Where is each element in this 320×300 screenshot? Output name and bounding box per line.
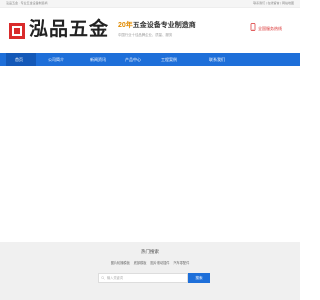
hot-search-title: 热门搜索 — [141, 249, 159, 254]
nav-item-cases[interactable]: 工程案例 — [161, 53, 191, 66]
logo-text[interactable]: 泓品五金 — [29, 19, 109, 41]
hot-tag[interactable]: 图片滚动插件 — [150, 261, 169, 265]
logo-icon[interactable] — [9, 23, 25, 39]
hot-tag[interactable]: 图片轮播模板 — [111, 261, 130, 265]
search-icon — [101, 276, 105, 280]
search-placeholder: 输入关键词 — [107, 276, 123, 280]
search-button[interactable]: 搜索 — [188, 273, 210, 283]
slogan-year: 20年 — [118, 22, 133, 29]
hot-search-tags: 图片轮播模板 底部模板 图片滚动插件 汽车零配件 — [0, 260, 300, 265]
search-input[interactable]: 输入关键词 — [98, 273, 188, 283]
phone-icon — [250, 23, 256, 31]
hot-tag[interactable]: 汽车零配件 — [173, 261, 189, 265]
main-content — [0, 66, 300, 242]
site-header: 泓品五金 20年五金设备专业制造商 中国行业十佳品牌企业、质量、服务 全国服务热… — [0, 9, 300, 47]
hot-tag[interactable]: 底部模板 — [134, 261, 147, 265]
nav-item-news[interactable]: 新闻资讯 — [90, 53, 120, 66]
footer-search-area: 热门搜索 图片轮播模板 底部模板 图片滚动插件 汽车零配件 输入关键词 搜索 — [0, 242, 300, 300]
top-bar-tagline: 泓品五金 · 专业五金设备制造商 — [6, 1, 48, 5]
hotline-label: 全国服务热线 — [258, 26, 282, 31]
nav-item-products[interactable]: 产品中心 — [125, 53, 155, 66]
nav-item-about[interactable]: 公司简介 — [48, 53, 78, 66]
nav-item-contact[interactable]: 联系我们 — [209, 53, 239, 66]
top-bar: 泓品五金 · 专业五金设备制造商 联系我们 | 在线留言 | 网站地图 — [0, 0, 300, 8]
nav-item-home[interactable]: 首页 — [6, 53, 36, 66]
main-nav: 首页 公司简介 新闻资讯 产品中心 工程案例 联系我们 — [0, 53, 300, 66]
slogan-text: 五金设备专业制造商 — [132, 22, 196, 29]
top-bar-links[interactable]: 联系我们 | 在线留言 | 网站地图 — [253, 1, 294, 5]
slogan-subtitle: 中国行业十佳品牌企业、质量、服务 — [118, 33, 173, 37]
slogan: 20年五金设备专业制造商 — [118, 20, 196, 30]
